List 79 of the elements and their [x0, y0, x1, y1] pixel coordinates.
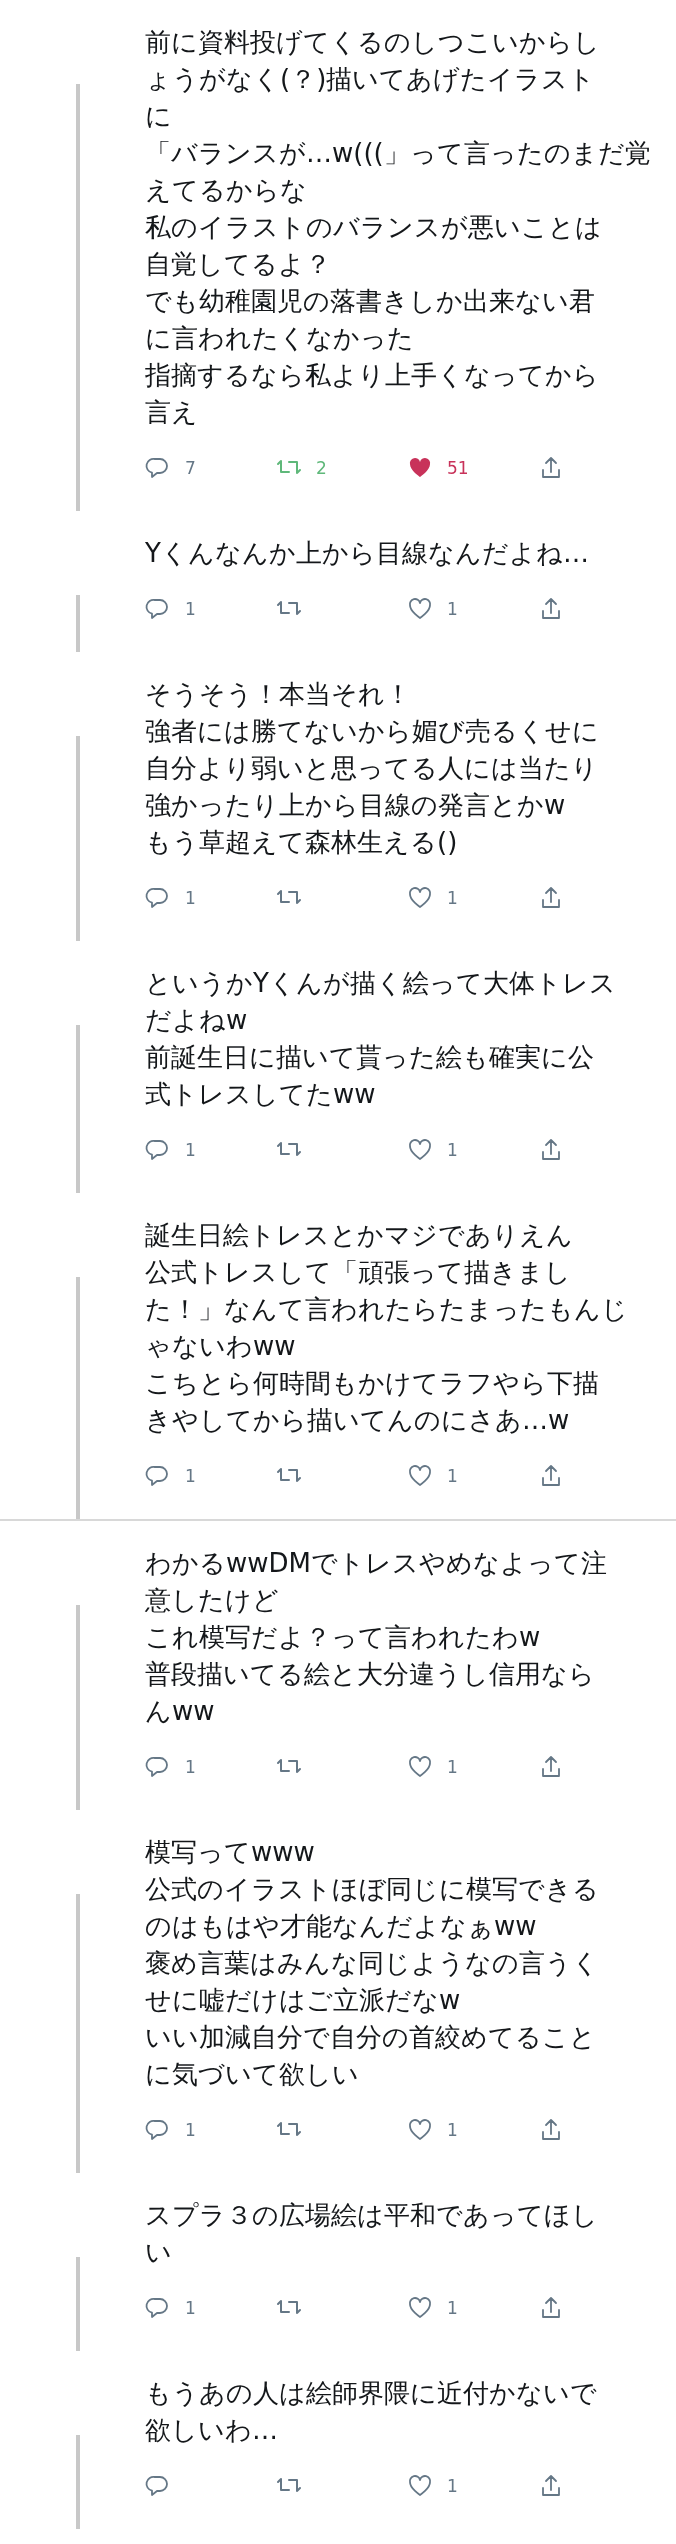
tweet-text-line: Yくんなんか上から目線なんだよね…	[145, 537, 589, 570]
tweet-text-line: に言われたくなかった	[145, 322, 414, 355]
reply-button[interactable]: 1	[145, 1463, 196, 1489]
tweet-text-line: に	[145, 100, 172, 133]
tweet-text-line: 指摘するなら私より上手くなってから	[145, 359, 599, 392]
tweet-text-line: 式トレスしてたww	[145, 1078, 376, 1111]
like-button[interactable]: 1	[407, 1754, 458, 1780]
tweet-text-line: というかYくんが描く絵って大体トレス	[145, 967, 616, 1000]
like-button[interactable]: 1	[407, 2117, 458, 2143]
like-button[interactable]: 1	[407, 885, 458, 911]
heart-icon	[407, 2473, 433, 2499]
like-button[interactable]: 1	[407, 2473, 458, 2499]
tweet-text-line: のはもはや才能なんだよなぁww	[145, 1910, 537, 1943]
tweet-text-line: 公式のイラストほぼ同じに模写できる	[145, 1873, 599, 1906]
tweet-text-line: きやしてから描いてんのにさあ…w	[145, 1404, 570, 1437]
tweet-text-line: 強かったり上から目線の発言とかw	[145, 789, 566, 822]
tweet-text-line: だよねw	[145, 1004, 248, 1037]
reply-icon	[145, 2473, 171, 2499]
reply-icon	[145, 2295, 171, 2321]
like-button[interactable]: 51	[407, 455, 469, 481]
tweet-text-line: 普段描いてる絵と大分違うし信用なら	[145, 1658, 595, 1691]
reply-icon	[145, 596, 171, 622]
reply-icon	[145, 2117, 171, 2143]
tweet-text-line: 前に資料投げてくるのしつこいからし	[145, 26, 600, 59]
tweet-text-line: い	[145, 2236, 172, 2269]
reply-button[interactable]: 7	[145, 455, 196, 481]
tweet-text-line: 欲しいわ…	[145, 2414, 278, 2447]
reply-icon	[145, 455, 171, 481]
heart-icon	[407, 2117, 433, 2143]
tweet-text-line: 強者には勝てないから媚び売るくせに	[145, 715, 599, 748]
tweet-text-line: わかるwwDMでトレスやめなよって注	[145, 1547, 607, 1580]
heart-icon	[407, 885, 433, 911]
tweet-text-line: えてるからな	[145, 174, 307, 207]
reply-button[interactable]: 1	[145, 1754, 196, 1780]
tweet-text-line: これ模写だよ？って言われたわw	[145, 1621, 541, 1654]
tweet-text-line: 前誕生日に描いて貰った絵も確実に公	[145, 1041, 594, 1074]
tweet-text-line: 言え	[145, 396, 198, 429]
tweet-text-line: 「バランスが…w(((」って言ったのまだ覚	[145, 137, 651, 170]
heart-icon	[407, 1463, 433, 1489]
heart-icon	[407, 1137, 433, 1163]
tweet-text-line: せに嘘だけはご立派だなw	[145, 1984, 461, 2017]
like-button[interactable]: 1	[407, 1463, 458, 1489]
reply-button[interactable]: 1	[145, 2117, 196, 2143]
tweet-text-line: 意したけど	[145, 1584, 279, 1617]
tweet-text-line: ょうがなく(？)描いてあげたイラスト	[145, 63, 596, 96]
tweet-text-line: いい加減自分で自分の首絞めてること	[145, 2021, 596, 2054]
retweet-button[interactable]: 2	[276, 455, 327, 481]
reply-button[interactable]: 1	[145, 1137, 196, 1163]
heart-icon	[407, 596, 433, 622]
like-button[interactable]: 1	[407, 596, 458, 622]
tweet-text-line: 褒め言葉はみんな同じようなの言うく	[145, 1947, 599, 1980]
like-button[interactable]: 1	[407, 1137, 458, 1163]
reply-button[interactable]: 1	[145, 596, 196, 622]
tweet-text-line: た！」なんて言われたらたまったもんじ	[145, 1293, 628, 1326]
reply-button[interactable]: 1	[145, 885, 196, 911]
tweet-text-line: 公式トレスして「頑張って描きまし	[145, 1256, 571, 1289]
tweet-text-line: もうあの人は絵師界隈に近付かないで	[145, 2377, 597, 2410]
tweet-text-line: に気づいて欲しい	[145, 2058, 359, 2091]
tweet-text-line: 自分より弱いと思ってる人には当たり	[145, 752, 598, 785]
tweet-text-line: もう草超えて森林生える()	[145, 826, 458, 859]
tweet-text-line: 模写ってwww	[145, 1836, 315, 1869]
tweet-text-line: 私のイラストのバランスが悪いことは	[145, 211, 602, 244]
reply-icon	[145, 885, 171, 911]
like-button[interactable]: 1	[407, 2295, 458, 2321]
heart-icon	[407, 1754, 433, 1780]
reply-icon	[145, 1137, 171, 1163]
reply-button[interactable]: 1	[145, 2295, 196, 2321]
tweet-text-line: ゃないわww	[145, 1330, 296, 1363]
reply-icon	[145, 1463, 171, 1489]
tweet-text-line: んww	[145, 1695, 215, 1728]
reply-button[interactable]	[145, 2473, 171, 2499]
tweet-text-line: スプラ３の広場絵は平和であってほし	[145, 2199, 598, 2232]
tweet-text-line: そうそう！本当それ！	[145, 678, 411, 711]
tweet-text-line: こちとら何時間もかけてラフやら下描	[145, 1367, 599, 1400]
tweet-text-line: 自覚してるよ？	[145, 248, 331, 281]
heart-icon	[407, 2295, 433, 2321]
tweet-text-line: 誕生日絵トレスとかマジでありえん	[145, 1219, 573, 1252]
tweet-text-line: でも幼稚園児の落書きしか出来ない君	[145, 285, 595, 318]
reply-icon	[145, 1754, 171, 1780]
